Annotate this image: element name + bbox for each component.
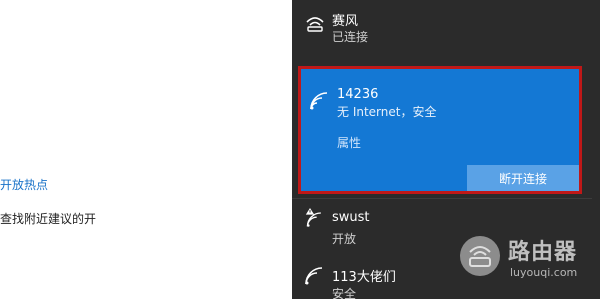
watermark-name: 路由器 bbox=[508, 240, 578, 265]
network-item-saifeng[interactable]: 赛风 已连接 bbox=[292, 0, 592, 62]
network-item-selected[interactable]: 14236 无 Internet，安全 属性 断开连接 bbox=[298, 66, 582, 194]
open-hotspot-link[interactable]: 开放热点 bbox=[0, 176, 48, 193]
watermark-url: luyouqi.com bbox=[510, 266, 578, 279]
network-name: swust bbox=[332, 210, 370, 225]
network-status: 无 Internet，安全 bbox=[337, 105, 437, 119]
network-status: 开放 bbox=[332, 232, 357, 246]
wifi-icon bbox=[306, 17, 324, 32]
network-name: 赛风 bbox=[332, 14, 359, 29]
network-name: 113大佬们 bbox=[332, 270, 396, 285]
nearby-suggestion-text: 查找附近建议的开 bbox=[0, 212, 97, 226]
router-icon bbox=[460, 236, 500, 276]
network-name: 14236 bbox=[337, 87, 379, 102]
wifi-warning-icon bbox=[305, 208, 321, 227]
settings-page: 开放热点 查找附近建议的开 bbox=[0, 0, 292, 299]
properties-link[interactable]: 属性 bbox=[337, 134, 361, 151]
wifi-icon bbox=[310, 92, 328, 110]
network-status: 已连接 bbox=[332, 30, 369, 44]
divider bbox=[292, 198, 592, 199]
disconnect-button[interactable]: 断开连接 bbox=[467, 165, 579, 191]
wifi-icon bbox=[305, 267, 323, 285]
watermark-logo: 路由器 luyouqi.com bbox=[460, 232, 600, 292]
network-status: 安全 bbox=[332, 287, 357, 301]
